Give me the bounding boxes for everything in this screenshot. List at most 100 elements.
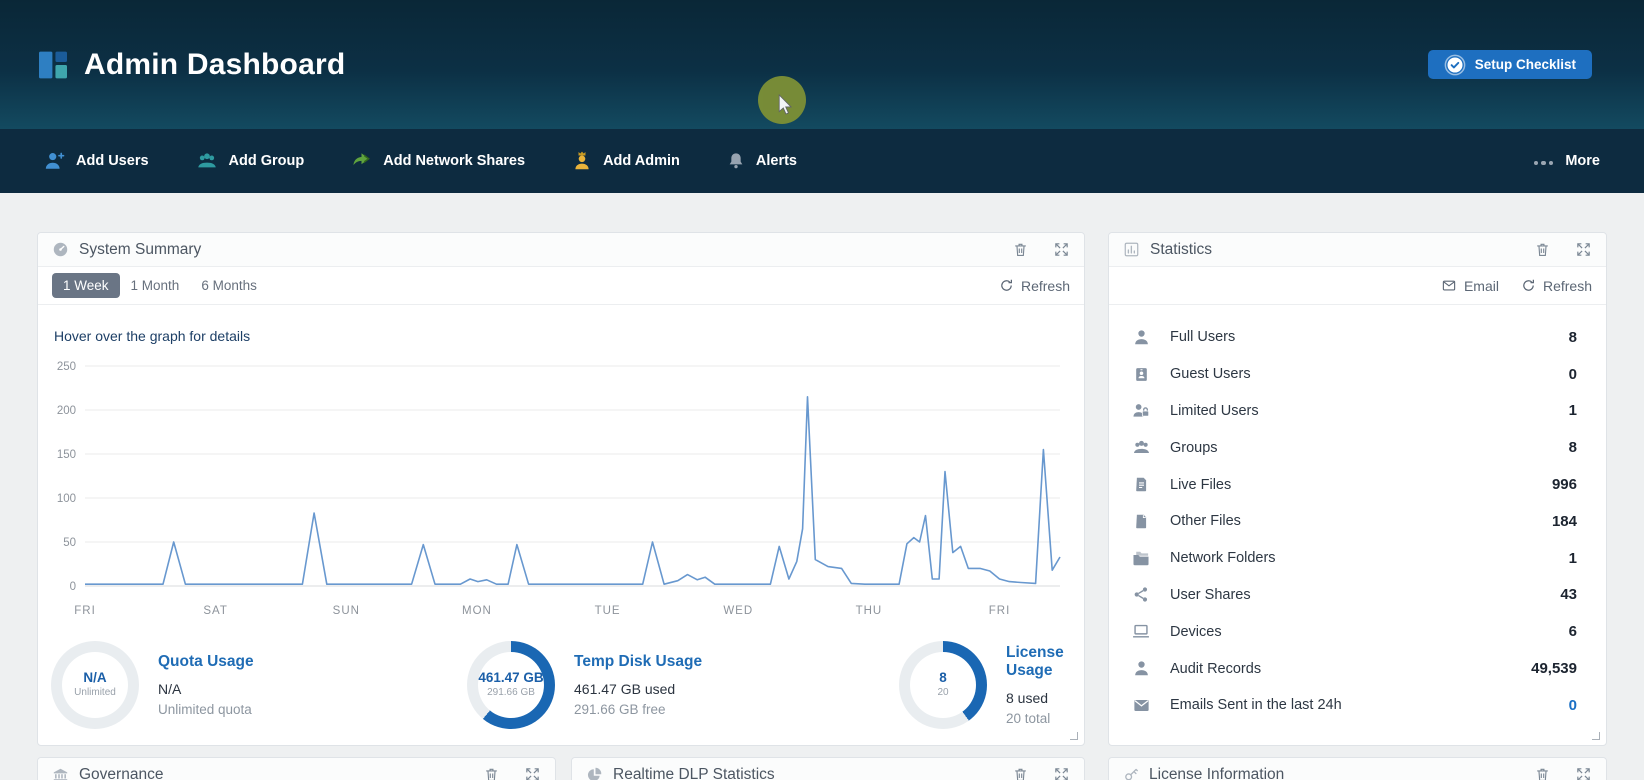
bar-chart-icon bbox=[1123, 241, 1140, 258]
expand-icon bbox=[1053, 241, 1070, 258]
panel-title: Realtime DLP Statistics bbox=[613, 766, 775, 780]
gauge-title: License Usage bbox=[1006, 644, 1084, 680]
mail-icon bbox=[1129, 696, 1153, 715]
stat-row-network-folders: Network Folders 1 bbox=[1129, 540, 1577, 577]
svg-text:SAT: SAT bbox=[203, 605, 228, 617]
remove-panel-button[interactable] bbox=[1012, 241, 1029, 258]
page-title: Admin Dashboard bbox=[84, 48, 345, 82]
trash-icon bbox=[1012, 241, 1029, 258]
svg-text:MON: MON bbox=[462, 605, 492, 617]
nav-item-add-admin[interactable]: Add Admin bbox=[571, 150, 680, 172]
resize-handle[interactable] bbox=[1592, 732, 1600, 740]
remove-panel-button[interactable] bbox=[483, 766, 500, 780]
expand-panel-button[interactable] bbox=[524, 766, 541, 780]
remove-panel-button[interactable] bbox=[1012, 766, 1029, 780]
header: Admin Dashboard Setup Checklist bbox=[0, 0, 1644, 129]
refresh-button[interactable]: Refresh bbox=[1521, 278, 1592, 294]
system-summary-panel: System Summary 1 Week 1 M bbox=[37, 232, 1085, 746]
license-donut-chart: 8 20 bbox=[899, 641, 987, 729]
svg-text:150: 150 bbox=[57, 449, 76, 461]
expand-panel-button[interactable] bbox=[1575, 766, 1592, 780]
svg-text:SUN: SUN bbox=[333, 605, 360, 617]
tab-1-week[interactable]: 1 Week bbox=[52, 273, 120, 298]
nav-item-add-network-shares[interactable]: Add Network Shares bbox=[350, 150, 525, 172]
temp-disk-usage-gauge: 461.47 GB 291.66 GB Temp Disk Usage 461.… bbox=[467, 641, 899, 729]
stat-label: Network Folders bbox=[1170, 550, 1276, 566]
nav-item-alerts[interactable]: Alerts bbox=[726, 150, 797, 172]
quick-actions-nav: Add Users Add Group Add Network Shares A… bbox=[0, 129, 1644, 193]
user-lock-icon bbox=[1129, 401, 1153, 420]
check-circle-icon bbox=[1444, 54, 1466, 76]
system-activity-chart[interactable]: 050100150200250FRISATSUNMONTUEWEDTHUFRI bbox=[38, 344, 1084, 627]
stat-row-user-shares: User Shares 43 bbox=[1129, 577, 1577, 614]
resize-handle[interactable] bbox=[1070, 732, 1078, 740]
donut-value: 461.47 GB bbox=[478, 670, 543, 687]
stat-row-other-files: Other Files 184 bbox=[1129, 503, 1577, 540]
panel-title: Statistics bbox=[1150, 241, 1212, 259]
quota-usage-gauge: N/A Unlimited Quota Usage N/A Unlimited … bbox=[51, 641, 467, 729]
nav-item-add-group[interactable]: Add Group bbox=[195, 150, 305, 172]
email-button[interactable]: Email bbox=[1441, 278, 1499, 294]
donut-subvalue: Unlimited bbox=[74, 687, 116, 700]
refresh-label: Refresh bbox=[1021, 278, 1070, 294]
file-icon bbox=[1129, 512, 1153, 531]
remove-panel-button[interactable] bbox=[1534, 241, 1551, 258]
gauge-line1: 461.47 GB used bbox=[574, 681, 702, 697]
stat-row-guest-users: Guest Users 0 bbox=[1129, 356, 1577, 393]
setup-checklist-button[interactable]: Setup Checklist bbox=[1428, 50, 1592, 79]
expand-icon bbox=[1575, 241, 1592, 258]
pie-chart-icon bbox=[586, 766, 603, 780]
stat-value: 0 bbox=[1569, 366, 1577, 383]
expand-icon bbox=[1053, 766, 1070, 780]
nav-label: Add Admin bbox=[603, 153, 680, 169]
stat-value-link[interactable]: 0 bbox=[1569, 697, 1577, 714]
stat-value: 996 bbox=[1552, 476, 1577, 493]
donut-subvalue: 20 bbox=[937, 687, 948, 700]
stat-value: 184 bbox=[1552, 513, 1577, 530]
refresh-icon bbox=[1521, 278, 1536, 293]
expand-icon bbox=[1575, 766, 1592, 780]
stat-value: 6 bbox=[1569, 623, 1577, 640]
nav-item-add-users[interactable]: Add Users bbox=[44, 150, 149, 172]
admin-dashboard-page: Admin Dashboard Setup Checklist Add User… bbox=[0, 0, 1644, 780]
statistics-list: Full Users 8 Guest Users 0 bbox=[1109, 305, 1606, 724]
refresh-button[interactable]: Refresh bbox=[999, 278, 1070, 294]
expand-panel-button[interactable] bbox=[1575, 241, 1592, 258]
expand-panel-button[interactable] bbox=[1053, 241, 1070, 258]
setup-checklist-label: Setup Checklist bbox=[1475, 57, 1576, 72]
gauge-line1: N/A bbox=[158, 681, 254, 697]
user-plus-icon bbox=[44, 150, 66, 172]
id-card-icon bbox=[1129, 365, 1153, 384]
svg-text:TUE: TUE bbox=[595, 605, 621, 617]
svg-text:50: 50 bbox=[63, 537, 76, 549]
nav-label: Alerts bbox=[756, 153, 797, 169]
gauge-icon bbox=[52, 241, 69, 258]
stat-label: Audit Records bbox=[1170, 661, 1261, 677]
user-icon bbox=[1129, 659, 1153, 678]
remove-panel-button[interactable] bbox=[1534, 766, 1551, 780]
donut-value: 8 bbox=[939, 670, 947, 687]
panel-title: Governance bbox=[79, 766, 163, 780]
user-icon bbox=[1129, 328, 1153, 347]
stat-value: 43 bbox=[1560, 586, 1577, 603]
chart-hint: Hover over the graph for details bbox=[38, 305, 1084, 344]
stat-label: Other Files bbox=[1170, 513, 1241, 529]
bank-icon bbox=[52, 766, 69, 780]
stat-value: 1 bbox=[1569, 550, 1577, 567]
stat-label: Emails Sent in the last 24h bbox=[1170, 697, 1342, 713]
svg-text:FRI: FRI bbox=[989, 605, 1011, 617]
statistics-panel: Statistics bbox=[1108, 232, 1607, 746]
nav-more-button[interactable]: More bbox=[1534, 153, 1600, 169]
realtime-dlp-statistics-panel: Realtime DLP Statistics bbox=[571, 757, 1085, 780]
stat-value: 49,539 bbox=[1531, 660, 1577, 677]
expand-panel-button[interactable] bbox=[1053, 766, 1070, 780]
tab-1-month[interactable]: 1 Month bbox=[120, 273, 191, 298]
donut-value: N/A bbox=[83, 670, 106, 687]
usage-gauges: N/A Unlimited Quota Usage N/A Unlimited … bbox=[38, 641, 1084, 729]
stat-label: Guest Users bbox=[1170, 366, 1251, 382]
panel-title: License Information bbox=[1149, 766, 1284, 780]
tab-6-months[interactable]: 6 Months bbox=[190, 273, 268, 298]
gauge-line2: 20 total bbox=[1006, 711, 1084, 726]
forward-arrow-icon bbox=[350, 150, 373, 172]
stat-row-full-users: Full Users 8 bbox=[1129, 319, 1577, 356]
